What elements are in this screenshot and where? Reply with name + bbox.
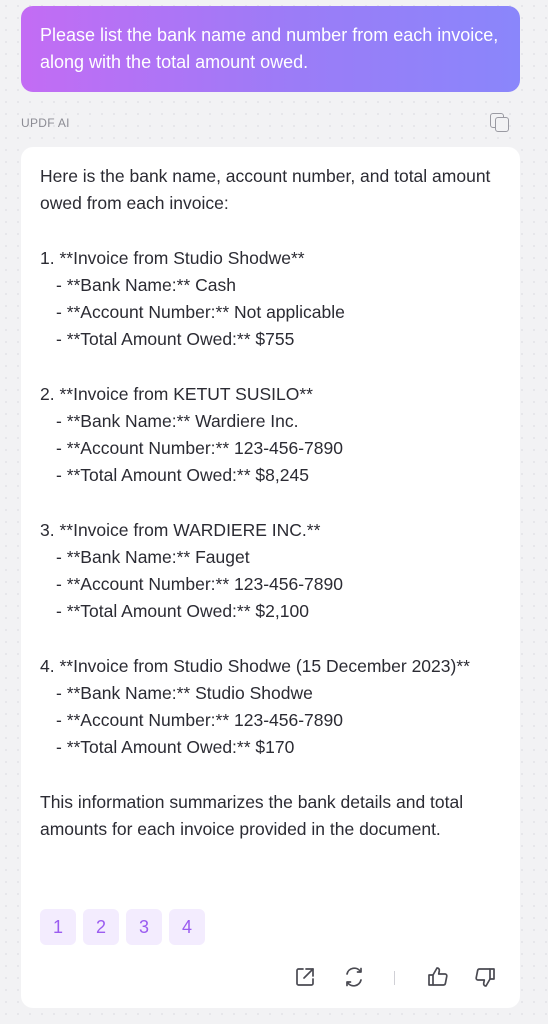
- reference-chip-2[interactable]: 2: [83, 909, 119, 945]
- invoice-heading: 2. **Invoice from KETUT SUSILO**: [40, 383, 313, 404]
- invoice-line: - **Total Amount Owed:** $2,100: [56, 601, 309, 622]
- actions-divider: [394, 971, 395, 985]
- invoice-line: - **Bank Name:** Fauget: [56, 546, 250, 567]
- invoice-line: - **Total Amount Owed:** $8,245: [56, 465, 309, 486]
- ai-sender-label: UPDF AI: [21, 116, 70, 130]
- reference-chip-4[interactable]: 4: [169, 909, 205, 945]
- invoice-line: - **Account Number:** Not applicable: [56, 302, 345, 322]
- user-message-bubble: Please list the bank name and number fro…: [21, 6, 520, 92]
- copy-icon[interactable]: [488, 112, 512, 134]
- invoice-line: - **Bank Name:** Wardiere Inc.: [56, 410, 299, 431]
- ai-answer-card: Here is the bank name, account number, a…: [21, 147, 520, 1008]
- answer-summary: This information summarizes the bank det…: [40, 791, 464, 839]
- answer-body: Here is the bank name, account number, a…: [40, 163, 500, 843]
- invoice-heading: 3. **Invoice from WARDIERE INC.**: [40, 519, 321, 540]
- reference-chip-1[interactable]: 1: [40, 909, 76, 945]
- reference-chips: 1 2 3 4: [40, 909, 205, 945]
- invoice-line: - **Account Number:** 123-456-7890: [56, 710, 343, 730]
- answer-intro: Here is the bank name, account number, a…: [40, 166, 491, 214]
- reference-chip-3[interactable]: 3: [126, 909, 162, 945]
- export-icon[interactable]: [292, 964, 318, 990]
- invoice-heading: 1. **Invoice from Studio Shodwe**: [40, 247, 305, 268]
- invoice-line: - **Account Number:** 123-456-7890: [56, 574, 343, 594]
- answer-actions: [21, 964, 520, 994]
- thumbs-up-icon[interactable]: [425, 964, 451, 990]
- user-message-text: Please list the bank name and number fro…: [40, 25, 499, 72]
- invoice-line: - **Bank Name:** Studio Shodwe: [56, 682, 313, 703]
- invoice-heading: 4. **Invoice from Studio Shodwe (15 Dece…: [40, 655, 470, 676]
- invoice-line: - **Total Amount Owed:** $170: [56, 737, 295, 758]
- invoice-line: - **Total Amount Owed:** $755: [56, 329, 295, 350]
- invoice-line: - **Account Number:** 123-456-7890: [56, 438, 343, 458]
- regenerate-icon[interactable]: [341, 964, 367, 990]
- thumbs-down-icon[interactable]: [472, 964, 498, 990]
- invoice-line: - **Bank Name:** Cash: [56, 274, 236, 295]
